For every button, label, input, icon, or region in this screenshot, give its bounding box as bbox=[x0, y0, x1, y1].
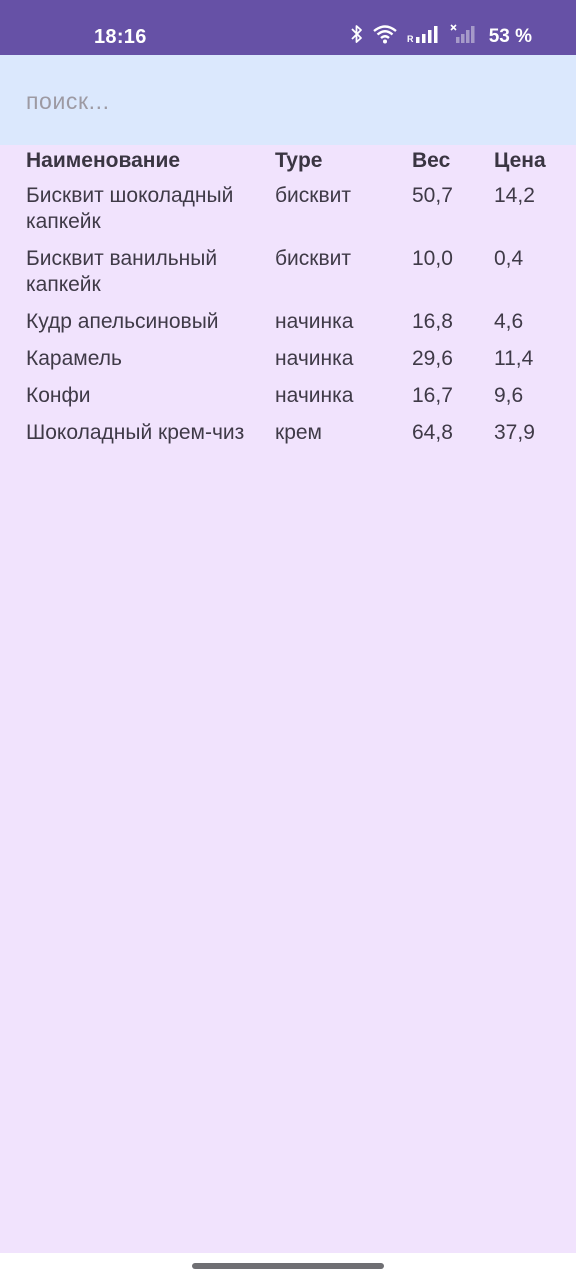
cell-price: 11,4 bbox=[494, 347, 534, 370]
signal-off-icon bbox=[450, 24, 476, 49]
cell-price: 14,2 bbox=[494, 184, 535, 207]
cell-weight: 16,7 bbox=[412, 384, 453, 407]
cell-type: бисквит bbox=[275, 184, 351, 207]
table-row[interactable]: Бисквит шоколадный капкейк бисквит 50,7 … bbox=[26, 179, 556, 242]
cell-name: Карамель bbox=[26, 347, 122, 370]
cell-price: 4,6 bbox=[494, 310, 524, 333]
table-row[interactable]: Конфи начинка 16,7 9,6 bbox=[26, 379, 556, 416]
status-bar: 18:16 R 53 % bbox=[0, 0, 576, 55]
cell-name: Бисквит ванильный капкейк bbox=[26, 247, 218, 296]
header-type: Type bbox=[275, 149, 323, 172]
cell-weight: 50,7 bbox=[412, 184, 453, 207]
cell-type: бисквит bbox=[275, 247, 351, 270]
cell-weight: 64,8 bbox=[412, 421, 453, 444]
table-header: Наименование Type Вес Цена bbox=[26, 148, 556, 179]
wifi-icon bbox=[372, 24, 398, 49]
table-row[interactable]: Карамель начинка 29,6 11,4 bbox=[26, 342, 556, 379]
header-price: Цена bbox=[494, 149, 546, 172]
cell-name: Конфи bbox=[26, 384, 91, 407]
header-name: Наименование bbox=[26, 149, 181, 172]
cell-name: Кудр апельсиновый bbox=[26, 310, 219, 333]
table-row[interactable]: Шоколадный крем-чиз крем 64,8 37,9 bbox=[26, 416, 556, 453]
cell-type: крем bbox=[275, 421, 322, 444]
cell-price: 37,9 bbox=[494, 421, 535, 444]
cell-type: начинка bbox=[275, 310, 354, 333]
cell-type: начинка bbox=[275, 384, 354, 407]
signal-icon: R bbox=[407, 24, 441, 49]
cell-weight: 10,0 bbox=[412, 247, 453, 270]
cell-price: 9,6 bbox=[494, 384, 524, 407]
status-icons: R 53 % bbox=[351, 24, 532, 49]
ingredients-table: Наименование Type Вес Цена Бисквит шокол… bbox=[26, 148, 556, 453]
home-gesture-handle[interactable] bbox=[192, 1263, 384, 1269]
cell-name: Бисквит шоколадный капкейк bbox=[26, 184, 234, 233]
search-bar bbox=[0, 55, 576, 145]
cell-price: 0,4 bbox=[494, 247, 524, 270]
battery-percent: 53 % bbox=[488, 25, 532, 47]
header-weight: Вес bbox=[412, 149, 451, 172]
cell-weight: 29,6 bbox=[412, 347, 453, 370]
table-row[interactable]: Бисквит ванильный капкейк бисквит 10,0 0… bbox=[26, 242, 556, 305]
cell-type: начинка bbox=[275, 347, 354, 370]
status-time: 18:16 bbox=[94, 26, 147, 48]
table-row[interactable]: Кудр апельсиновый начинка 16,8 4,6 bbox=[26, 305, 556, 342]
cell-weight: 16,8 bbox=[412, 310, 453, 333]
search-input[interactable] bbox=[26, 81, 526, 121]
bluetooth-icon bbox=[351, 24, 363, 49]
cell-name: Шоколадный крем-чиз bbox=[26, 421, 245, 444]
navigation-bar bbox=[0, 1253, 576, 1280]
svg-text:R: R bbox=[407, 34, 414, 44]
